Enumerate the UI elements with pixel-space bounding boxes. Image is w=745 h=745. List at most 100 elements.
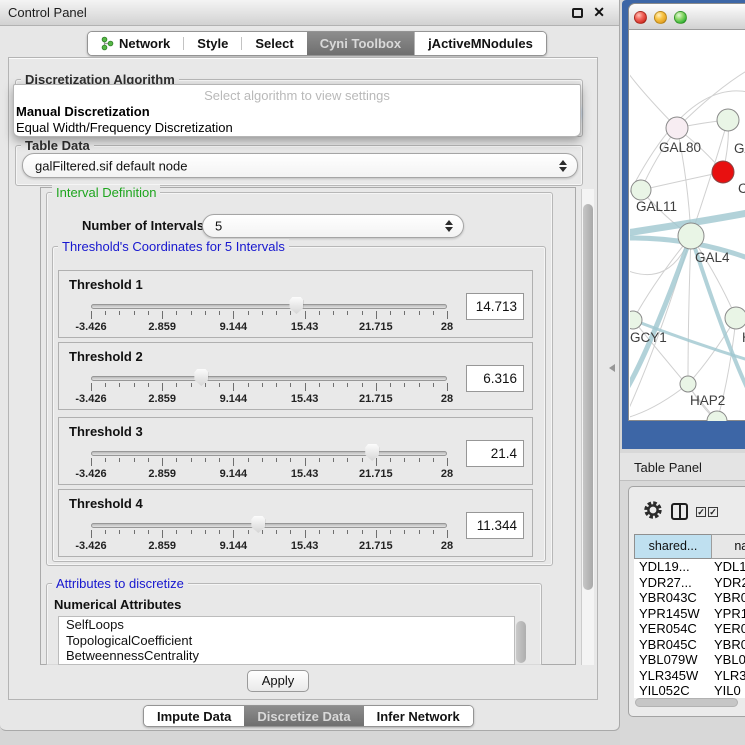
slider-tick xyxy=(290,311,291,315)
close-traffic-light-icon[interactable] xyxy=(634,11,647,24)
cell-name: YLR3 xyxy=(711,668,745,684)
cell-name: YER0 xyxy=(711,621,745,637)
tab-infer-network[interactable]: Infer Network xyxy=(364,706,473,726)
table-panel-titlebar: Table Panel xyxy=(620,453,745,481)
apply-button[interactable]: Apply xyxy=(247,670,309,692)
menu-item-equal-width-frequency[interactable]: Equal Width/Frequency Discretization xyxy=(16,120,233,135)
table-data-value: galFiltered.sif default node xyxy=(35,158,187,173)
attributes-scrollbar[interactable] xyxy=(516,621,526,663)
float-window-icon[interactable] xyxy=(572,8,583,18)
threshold-label: Threshold 2 xyxy=(69,349,143,364)
cell-shared-name: YBR043C xyxy=(634,590,711,606)
checkbox-icon[interactable]: ✓ xyxy=(708,507,718,517)
tab-impute-data-label: Impute Data xyxy=(157,709,231,724)
table-row[interactable]: YLR345WYLR3 xyxy=(634,668,745,684)
cell-shared-name: YER054C xyxy=(634,621,711,637)
table-hscrollbar-thumb[interactable] xyxy=(635,698,738,707)
slider-tick xyxy=(248,530,249,534)
tab-network[interactable]: Network xyxy=(88,32,183,55)
threshold-value-field[interactable]: 6.316 xyxy=(466,365,524,392)
threshold-panel: Threshold 3 -3.4262.8599.14415.4321.7152… xyxy=(58,417,533,485)
threshold-value-field[interactable]: 14.713 xyxy=(466,293,524,320)
slider-tick-label: 15.43 xyxy=(291,540,319,552)
zoom-traffic-light-icon[interactable] xyxy=(674,11,687,24)
network-node[interactable] xyxy=(680,376,696,392)
top-tabbar: Network Style Select Cyni Toolbox jActiv… xyxy=(87,31,547,56)
number-of-intervals-value: 5 xyxy=(215,219,222,234)
checkbox-icon[interactable]: ✓ xyxy=(696,507,706,517)
threshold-panel: Threshold 2 -3.4262.8599.14415.4321.7152… xyxy=(58,342,533,410)
menu-item-manual-discretization[interactable]: Manual Discretization xyxy=(16,104,150,119)
numerical-attributes-list[interactable]: SelfLoopsTopologicalCoefficientBetweenne… xyxy=(58,616,515,665)
tab-select[interactable]: Select xyxy=(242,32,306,55)
threshold-value-field[interactable]: 11.344 xyxy=(466,512,524,539)
slider-track[interactable] xyxy=(91,523,447,528)
table-row[interactable]: YBR043CYBR0 xyxy=(634,590,745,606)
slider-track[interactable] xyxy=(91,304,447,309)
table-data-combobox[interactable]: galFiltered.sif default node xyxy=(22,153,578,178)
tab-impute-data[interactable]: Impute Data xyxy=(144,706,244,726)
network-node[interactable] xyxy=(717,109,739,131)
slider-track[interactable] xyxy=(91,376,447,381)
tab-jactivemnodules[interactable]: jActiveMNodules xyxy=(414,32,546,55)
list-item[interactable]: BetweennessCentrality xyxy=(59,648,514,664)
threshold-slider[interactable]: -3.4262.8599.14415.4321.71528 xyxy=(91,297,447,337)
threshold-value-field[interactable]: 21.4 xyxy=(466,440,524,467)
network-canvas[interactable]: GAL80GACGAL11GAL4GCY1HHAP2 xyxy=(630,30,745,421)
table-row[interactable]: YBL079WYBL0 xyxy=(634,652,745,668)
threshold-slider[interactable]: -3.4262.8599.14415.4321.71528 xyxy=(91,516,447,556)
tab-discretize-data[interactable]: Discretize Data xyxy=(244,706,363,726)
table-row[interactable]: YIL052CYIL0 xyxy=(634,683,745,698)
slider-tick xyxy=(162,311,163,319)
number-of-intervals-combobox[interactable]: 5 xyxy=(202,214,464,238)
slider-ticks xyxy=(91,458,447,468)
network-node[interactable] xyxy=(631,180,651,200)
list-item[interactable]: TopologicalCoefficient xyxy=(59,633,514,649)
table-row[interactable]: YER054CYER0 xyxy=(634,621,745,637)
table-row[interactable]: YPR145WYPR1 xyxy=(634,606,745,622)
network-node[interactable] xyxy=(712,161,734,183)
splitter-collapse-arrow[interactable] xyxy=(609,364,615,372)
slider-tick xyxy=(276,530,277,534)
panel-title: Control Panel xyxy=(8,5,87,20)
table-row[interactable]: YBR045CYBR0 xyxy=(634,637,745,653)
slider-tick-label: 21.715 xyxy=(359,321,393,333)
table-row[interactable]: YDL19...YDL1 xyxy=(634,559,745,575)
column-header-shared-name[interactable]: shared... xyxy=(634,534,712,559)
slider-tick xyxy=(105,383,106,387)
slider-tick xyxy=(362,383,363,387)
slider-tick xyxy=(333,383,334,387)
network-node[interactable] xyxy=(666,117,688,139)
minimize-traffic-light-icon[interactable] xyxy=(654,11,667,24)
slider-tick xyxy=(191,458,192,462)
slider-tick-label: 28 xyxy=(441,540,453,552)
table-row[interactable]: YDR27...YDR2 xyxy=(634,575,745,591)
network-icon xyxy=(101,36,114,51)
column-view-icon[interactable] xyxy=(671,503,688,520)
settings-scrollbar-thumb[interactable] xyxy=(583,204,593,590)
list-item[interactable]: SelfLoops xyxy=(59,617,514,633)
settings-scrollbar-track[interactable] xyxy=(581,189,594,665)
network-node[interactable] xyxy=(678,223,704,249)
slider-tick xyxy=(362,311,363,315)
slider-track[interactable] xyxy=(91,451,447,456)
table-settings-gear-icon[interactable] xyxy=(643,500,663,520)
slider-tick xyxy=(390,383,391,387)
threshold-slider[interactable]: -3.4262.8599.14415.4321.71528 xyxy=(91,369,447,409)
slider-tick xyxy=(447,458,448,466)
node-label: C xyxy=(738,181,745,196)
slider-tick-labels: -3.4262.8599.14415.4321.71528 xyxy=(91,393,447,405)
slider-tick xyxy=(119,530,120,534)
slider-tick xyxy=(347,530,348,534)
close-icon[interactable]: ✕ xyxy=(593,4,605,21)
tab-cyni-toolbox[interactable]: Cyni Toolbox xyxy=(307,32,414,55)
slider-tick xyxy=(404,530,405,534)
slider-tick xyxy=(376,458,377,466)
slider-tick xyxy=(276,458,277,462)
tab-style[interactable]: Style xyxy=(184,32,241,55)
column-header-name[interactable]: name xyxy=(711,534,745,559)
network-node[interactable] xyxy=(630,311,642,329)
threshold-slider[interactable]: -3.4262.8599.14415.4321.71528 xyxy=(91,444,447,484)
slider-tick xyxy=(319,311,320,315)
network-node[interactable] xyxy=(725,307,745,329)
